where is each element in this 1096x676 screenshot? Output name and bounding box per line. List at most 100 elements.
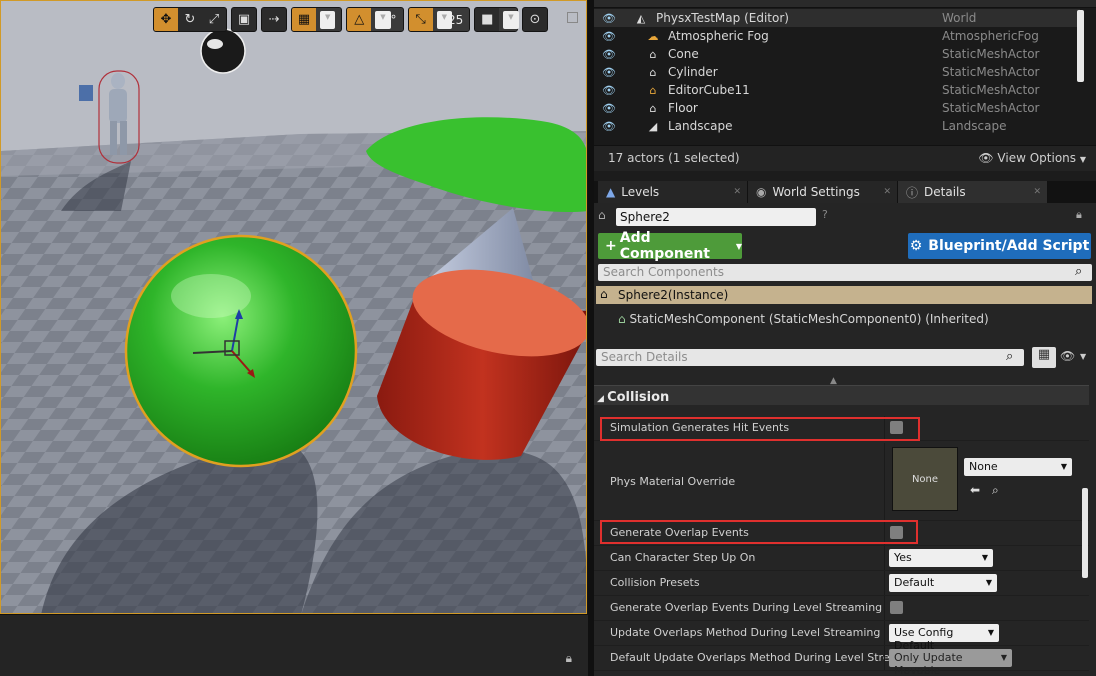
close-icon[interactable]: ✕ xyxy=(883,187,891,197)
eye-icon: 👁︎ xyxy=(978,151,998,165)
coordinate-space-group: ▣ xyxy=(231,7,257,32)
search-components-input[interactable]: Search Components xyxy=(598,264,1092,281)
camera-icon[interactable]: ■ xyxy=(475,8,499,31)
surface-snap-icon[interactable]: ⇢ xyxy=(262,8,286,31)
world-space-icon[interactable]: ▣ xyxy=(232,8,256,31)
chevron-down-icon[interactable]: ▼ xyxy=(1080,352,1086,361)
add-component-button[interactable]: + Add Component ▼ xyxy=(598,230,742,262)
details-scrollbar[interactable] xyxy=(1082,488,1088,578)
add-component-label: Add Component xyxy=(619,230,710,262)
default-update-value: Only Update Movable xyxy=(894,651,963,676)
blueprint-icon: ⚙ xyxy=(909,238,923,254)
visibility-eye-icon[interactable]: 👁︎ xyxy=(602,84,616,97)
lock-icon[interactable]: 🔒︎ xyxy=(1076,208,1082,222)
static-mesh-icon: ⌂ xyxy=(649,101,657,115)
material-thumbnail[interactable]: None xyxy=(892,447,958,511)
overlap-streaming-checkbox[interactable] xyxy=(890,601,903,614)
category-title: Collision xyxy=(607,390,670,405)
instance-row[interactable]: ⌂ Sphere2(Instance) xyxy=(596,286,1092,304)
default-update-dropdown[interactable]: Only Update Movable ▼ xyxy=(889,649,1012,676)
phys-material-dropdown[interactable]: None ▼ xyxy=(964,458,1072,476)
value-column xyxy=(884,571,885,595)
maximize-viewport-icon[interactable]: ⊙ xyxy=(523,8,547,31)
level-viewport[interactable]: ✥ ↻ ⤢ ▣ ⇢ ▦ 10 ▼ △ 10° ▼ ⤡ 0.25 xyxy=(0,0,587,614)
rotation-snap-icon[interactable]: △ xyxy=(347,8,372,31)
outliner-row[interactable]: 👁︎ ⌂ Floor StaticMeshActor xyxy=(594,99,1080,117)
visibility-eye-icon[interactable]: 👁︎ xyxy=(602,48,616,61)
help-icon[interactable]: ? xyxy=(822,208,828,221)
component-row[interactable]: ⌂ StaticMeshComponent (StaticMeshCompone… xyxy=(618,312,989,326)
scene-render[interactable] xyxy=(1,1,587,614)
chevron-down-icon: ▼ xyxy=(1079,155,1086,164)
blueprint-add-script-button[interactable]: ⚙ Blueprint/Add Script xyxy=(908,233,1091,259)
outliner-row[interactable]: 👁︎ ◭ PhysxTestMap (Editor) World xyxy=(594,9,1080,27)
update-overlaps-dropdown[interactable]: Use Config Default ▼ xyxy=(889,624,999,652)
lock-icon[interactable]: 🔒︎ xyxy=(566,651,572,666)
surface-snap-group: ⇢ xyxy=(261,7,287,32)
outliner-header xyxy=(594,0,1096,8)
outliner-row-type: StaticMeshActor xyxy=(942,83,1040,97)
properties-area: ▲ ◢ Collision Simulation Generates Hit E… xyxy=(594,373,1096,676)
scale-snap-group: ⤡ 0.25 ▼ xyxy=(407,7,471,32)
tab-world-settings[interactable]: ◉ World Settings ✕ xyxy=(748,181,898,203)
instance-label: Sphere2(Instance) xyxy=(618,288,729,302)
sphere-actor[interactable] xyxy=(124,234,358,468)
camera-speed-dropdown[interactable]: 3 ▼ xyxy=(499,8,519,31)
property-label: Phys Material Override xyxy=(610,475,736,488)
property-label: Collision Presets xyxy=(610,576,700,589)
outliner-row-type: StaticMeshActor xyxy=(942,101,1040,115)
highlight-box xyxy=(600,417,920,441)
actor-name-field[interactable]: Sphere2 xyxy=(616,208,816,226)
chevron-down-icon: ▼ xyxy=(436,10,452,29)
chevron-down-icon: ▼ xyxy=(735,241,742,251)
visibility-eye-icon[interactable]: 👁︎ xyxy=(602,120,616,133)
property-row: Update Overlaps Method During Level Stre… xyxy=(594,621,1089,652)
restore-viewport-icon[interactable] xyxy=(567,12,578,23)
outliner-row-type: StaticMeshActor xyxy=(942,47,1040,61)
static-mesh-icon: ⌂ xyxy=(649,83,657,97)
tab-details[interactable]: ⓘ Details ✕ xyxy=(898,181,1048,203)
category-collision[interactable]: ◢ Collision xyxy=(594,390,669,405)
outliner-row[interactable]: 👁︎ ⌂ Cylinder StaticMeshActor xyxy=(594,63,1080,81)
grid-snap-icon[interactable]: ▦ xyxy=(292,8,316,31)
browse-search-icon[interactable]: ⌕ xyxy=(992,483,999,498)
close-icon[interactable]: ✕ xyxy=(733,187,741,197)
blueprint-label: Blueprint/Add Script xyxy=(928,238,1090,254)
step-up-dropdown[interactable]: Yes ▼ xyxy=(889,549,993,567)
value-column xyxy=(884,596,885,620)
visibility-eye-icon[interactable]: 👁︎ xyxy=(602,12,616,25)
collision-presets-dropdown[interactable]: Default ▼ xyxy=(889,574,997,592)
grid-snap-dropdown[interactable]: 10 ▼ xyxy=(316,8,342,31)
outliner-scrollbar[interactable] xyxy=(1077,10,1084,82)
outliner-footer: 17 actors (1 selected) 👁︎ View Options ▼ xyxy=(594,145,1096,171)
translate-mode-icon[interactable]: ✥ xyxy=(154,8,178,31)
property-matrix-icon[interactable]: ▦ xyxy=(1032,347,1056,368)
outliner-row[interactable]: 👁︎ ⌂ EditorCube11 StaticMeshActor xyxy=(594,81,1080,99)
rotate-mode-icon[interactable]: ↻ xyxy=(178,8,202,31)
fog-icon: ☁ xyxy=(647,29,659,43)
visibility-eye-icon[interactable]: 👁︎ xyxy=(1060,349,1075,363)
scale-snap-dropdown[interactable]: 0.25 ▼ xyxy=(432,8,470,31)
outliner-row[interactable]: 👁︎ ◢ Landscape Landscape xyxy=(594,117,1080,135)
close-icon[interactable]: ✕ xyxy=(1033,187,1041,197)
scale-mode-icon[interactable]: ⤢ xyxy=(202,8,226,31)
rotation-snap-dropdown[interactable]: 10° ▼ xyxy=(371,8,403,31)
property-row: Generate Overlap Events During Level Str… xyxy=(594,596,1089,621)
use-selected-arrow-icon[interactable]: ⬅ xyxy=(970,483,980,497)
outliner-row[interactable]: 👁︎ ⌂ Cone StaticMeshActor xyxy=(594,45,1080,63)
outliner-row[interactable]: 👁︎ ☁ Atmospheric Fog AtmosphericFog xyxy=(594,27,1080,45)
visibility-eye-icon[interactable]: 👁︎ xyxy=(602,30,616,43)
actor-icon: ⌂ xyxy=(598,208,606,222)
chevron-down-icon: ▼ xyxy=(1000,653,1007,662)
scale-snap-icon[interactable]: ⤡ xyxy=(408,8,433,31)
view-options-button[interactable]: 👁︎ View Options ▼ xyxy=(978,151,1086,165)
viewport-bottom-bar: 🔒︎ xyxy=(0,614,588,676)
tab-levels[interactable]: ▲ Levels ✕ xyxy=(598,181,748,203)
property-row: Collision Presets Default ▼ xyxy=(594,571,1089,596)
presets-value: Default xyxy=(894,576,935,589)
visibility-eye-icon[interactable]: 👁︎ xyxy=(602,102,616,115)
search-details-input[interactable]: Search Details xyxy=(596,349,1024,366)
visibility-eye-icon[interactable]: 👁︎ xyxy=(602,66,616,79)
viewport-toolbar: ✥ ↻ ⤢ ▣ ⇢ ▦ 10 ▼ △ 10° ▼ ⤡ 0.25 xyxy=(153,7,548,32)
right-panel: 👁︎ ◭ PhysxTestMap (Editor) World 👁︎ ☁ At… xyxy=(594,0,1096,676)
